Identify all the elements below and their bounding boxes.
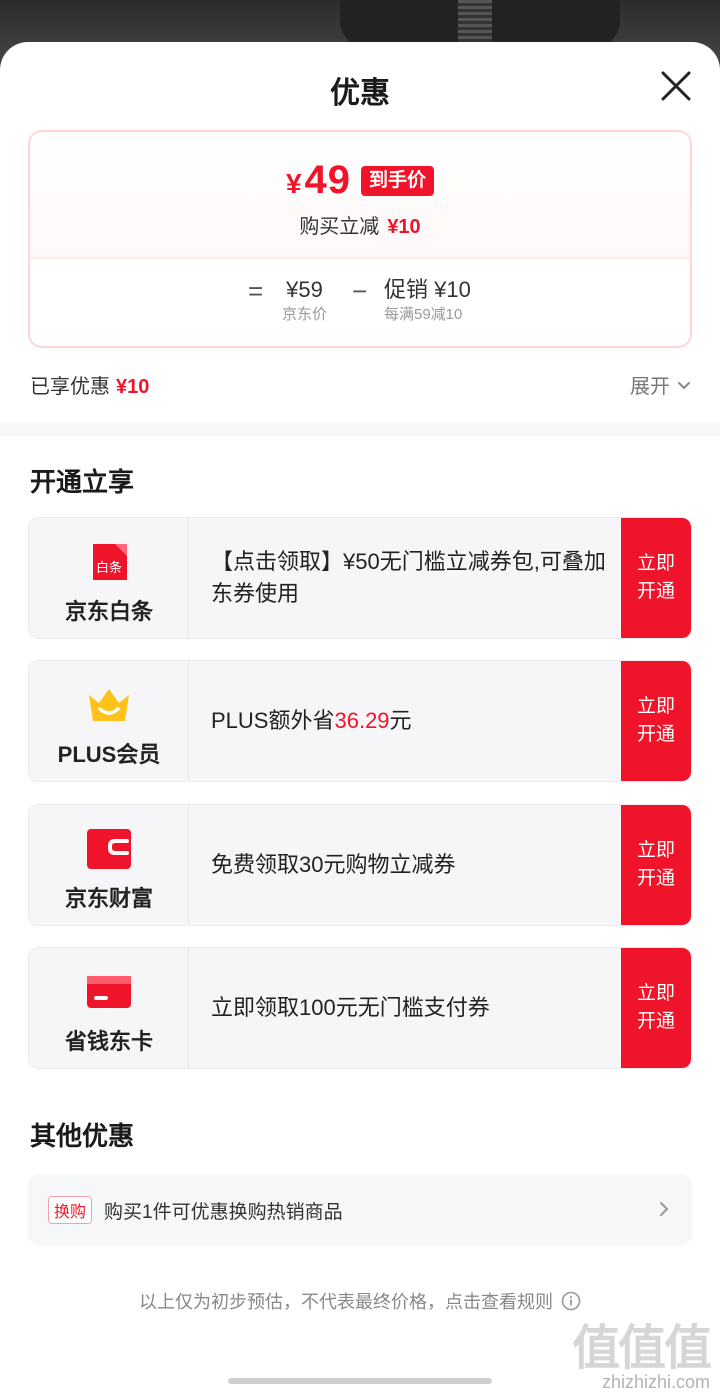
instant-discount: 购买立减 ¥10 (30, 210, 690, 239)
offer-card-savings: 省钱东卡 立即领取100元无门槛支付券 立即开通 (28, 947, 692, 1069)
open-section-title: 开通立享 (30, 467, 135, 497)
disclaimer-text: 以上仅为初步预估，不代表最终价格，点击查看规则 (139, 1292, 553, 1312)
offer-card-name: 京东白条 (64, 599, 153, 624)
swap-purchase-row[interactable]: 换购 购买1件可优惠换购热销商品 (28, 1174, 692, 1246)
minus-sign: − (352, 276, 368, 306)
product-detail (458, 0, 492, 42)
offer-card-plus: PLUS会员 PLUS额外省 36.29 元 立即开通 (28, 660, 692, 782)
base-price: ¥59 京东价 (282, 276, 327, 326)
promo-value: 促销 ¥10 (384, 277, 471, 302)
offer-card-text: 立即领取100元无门槛支付券 (211, 995, 490, 1020)
baitiao-icon: 白条 (93, 544, 127, 580)
base-price-label: 京东价 (282, 306, 328, 323)
promo-discount: 促销 ¥10 每满59减10 (384, 276, 471, 326)
instant-discount-value: ¥10 (387, 216, 421, 238)
svg-text:白条: 白条 (96, 560, 122, 576)
close-icon[interactable] (656, 66, 696, 106)
discount-bottom-sheet: 优惠 ¥49 到手价 购买立减 ¥10 = ¥59 京东价 − 促销 ¥10 每满… (0, 42, 720, 1399)
enjoyed-discount: 已享优惠 ¥10 (30, 370, 149, 399)
chevron-right-icon (660, 1202, 669, 1216)
offer-card-text: PLUS额外省 36.29 元 (211, 661, 611, 781)
promo-label: 每满59减10 (384, 306, 463, 323)
enjoyed-label: 已享优惠 (30, 376, 110, 398)
final-price: ¥49 (285, 158, 352, 202)
open-now-button[interactable]: 立即开通 (621, 518, 691, 638)
offer-card-brand: 省钱东卡 (29, 948, 189, 1068)
offer-card-name: 京东财富 (64, 886, 153, 911)
final-price-row: ¥49 到手价 (30, 158, 690, 203)
offer-card-brand: PLUS会员 (29, 661, 189, 781)
crown-icon (89, 689, 129, 721)
open-now-button[interactable]: 立即开通 (621, 805, 691, 925)
offer-card-name: PLUS会员 (57, 742, 161, 767)
other-section-title: 其他优惠 (30, 1121, 135, 1151)
offer-text-suffix: 元 (389, 708, 412, 733)
swap-tag: 换购 (48, 1196, 93, 1224)
divider (30, 258, 690, 259)
offer-card-baitiao: 白条 京东白条 【点击领取】¥50无门槛立减券包,可叠加东券使用 立即开通 (28, 517, 692, 639)
section-separator (0, 422, 720, 436)
chevron-down-icon (678, 381, 690, 389)
instant-discount-label: 购买立减 (299, 216, 380, 238)
offer-text-highlight: 36.29 (334, 708, 390, 733)
expand-label: 展开 (630, 376, 670, 398)
base-price-value: ¥59 (286, 277, 323, 302)
offer-card-brand: 京东财富 (29, 805, 189, 925)
price-breakdown-box: ¥49 到手价 购买立减 ¥10 = ¥59 京东价 − 促销 ¥10 每满59减… (28, 130, 692, 348)
offer-card-text: 免费领取30元购物立减券 (211, 852, 456, 877)
enjoyed-value: ¥10 (116, 376, 150, 398)
open-now-button[interactable]: 立即开通 (621, 661, 691, 781)
offer-card-wealth: 京东财富 免费领取30元购物立减券 立即开通 (28, 804, 692, 926)
equals-sign: = (248, 276, 264, 306)
sheet-title: 优惠 (330, 77, 390, 110)
watermark-logo: 值值值 (571, 1322, 712, 1375)
offer-card-text: 【点击领取】¥50无门槛立减券包,可叠加东券使用 (211, 549, 606, 606)
expand-button[interactable]: 展开 (630, 370, 692, 399)
offer-card-brand: 白条 京东白条 (29, 518, 189, 638)
offer-text-prefix: PLUS额外省 (211, 708, 335, 733)
card-icon (87, 976, 131, 1008)
swap-text: 购买1件可优惠换购热销商品 (104, 1201, 343, 1223)
offer-card-name: 省钱东卡 (64, 1029, 153, 1054)
home-indicator[interactable] (228, 1378, 492, 1384)
wallet-icon (87, 829, 131, 869)
final-price-tag: 到手价 (361, 165, 435, 196)
open-now-button[interactable]: 立即开通 (621, 948, 691, 1068)
watermark: 值值值 zhizhizhi.com (571, 1308, 712, 1393)
price-formula: = ¥59 京东价 − 促销 ¥10 每满59减10 (30, 276, 690, 336)
